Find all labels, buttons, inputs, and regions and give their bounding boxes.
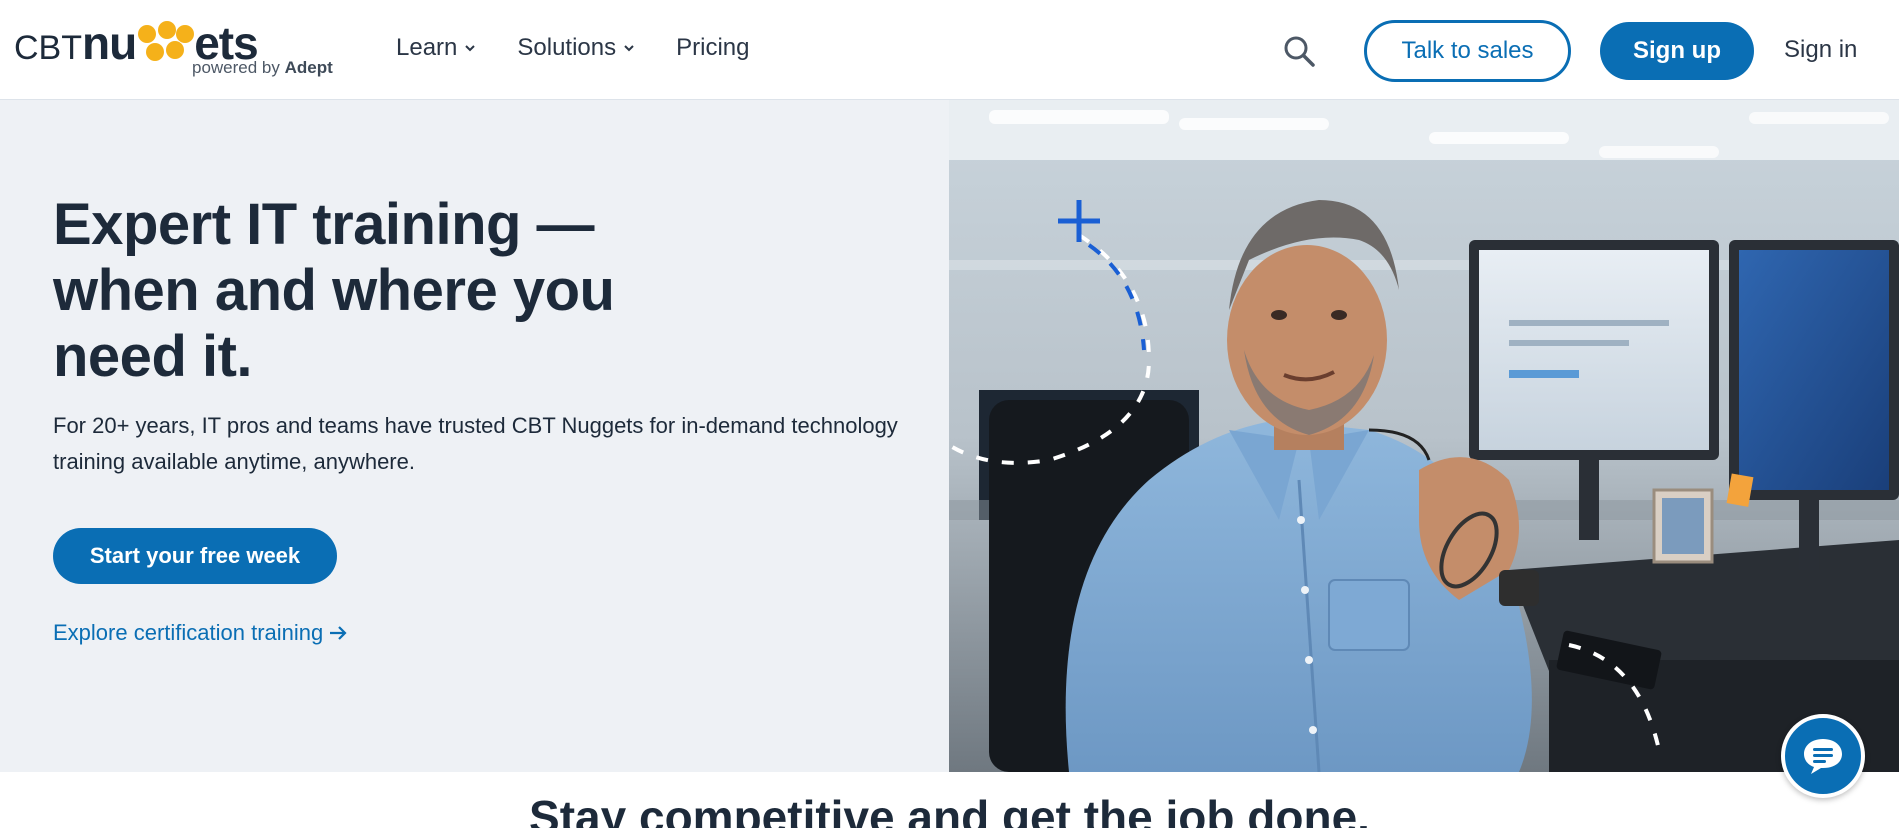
powered-by-brand: Adept: [284, 58, 333, 77]
main-nav: Learn Solutions Pricing: [396, 34, 749, 62]
arrow-right-icon: [330, 626, 347, 640]
chat-button[interactable]: [1781, 714, 1865, 798]
nav-pricing[interactable]: Pricing: [676, 34, 749, 62]
explore-certification-label: Explore certification training: [53, 620, 324, 645]
sign-in-link[interactable]: Sign in: [1784, 36, 1857, 64]
hero-title: Expert IT training — when and where you …: [53, 192, 615, 389]
powered-by-adept: powered by Adept: [192, 58, 333, 78]
logo-dots-icon: [136, 21, 195, 65]
hero-photo-illustration: [949, 100, 1899, 772]
chevron-down-icon: [624, 45, 634, 52]
hero-photo: [949, 100, 1899, 772]
hero-text-panel: Expert IT training — when and where you …: [0, 100, 949, 772]
chat-bubble-icon: [1804, 739, 1842, 774]
start-free-week-button[interactable]: Start your free week: [53, 528, 337, 584]
powered-by-prefix: powered by: [192, 58, 285, 77]
nav-learn[interactable]: Learn: [396, 34, 477, 62]
nav-pricing-label: Pricing: [676, 34, 750, 61]
nav-solutions-label: Solutions: [517, 34, 617, 61]
sign-up-button[interactable]: Sign up: [1600, 22, 1754, 80]
site-header: CBTnu ets powered by Adept Learn Solution…: [0, 0, 1899, 100]
talk-to-sales-button[interactable]: Talk to sales: [1364, 20, 1571, 82]
hero-subtitle: For 20+ years, IT pros and teams have tr…: [53, 413, 898, 474]
nav-learn-label: Learn: [396, 34, 458, 61]
logo-cbt-text: CBT: [14, 29, 82, 67]
chevron-down-icon: [465, 45, 476, 52]
nav-solutions[interactable]: Solutions: [517, 34, 636, 62]
cbt-nuggets-logo[interactable]: CBTnu ets powered by Adept: [14, 17, 333, 82]
explore-certification-link[interactable]: Explore certification training: [53, 620, 349, 646]
logo-nu-text: nu: [82, 17, 137, 69]
section-heading: Stay competitive and get the job done.: [529, 791, 1370, 828]
search-icon[interactable]: [1282, 34, 1316, 68]
